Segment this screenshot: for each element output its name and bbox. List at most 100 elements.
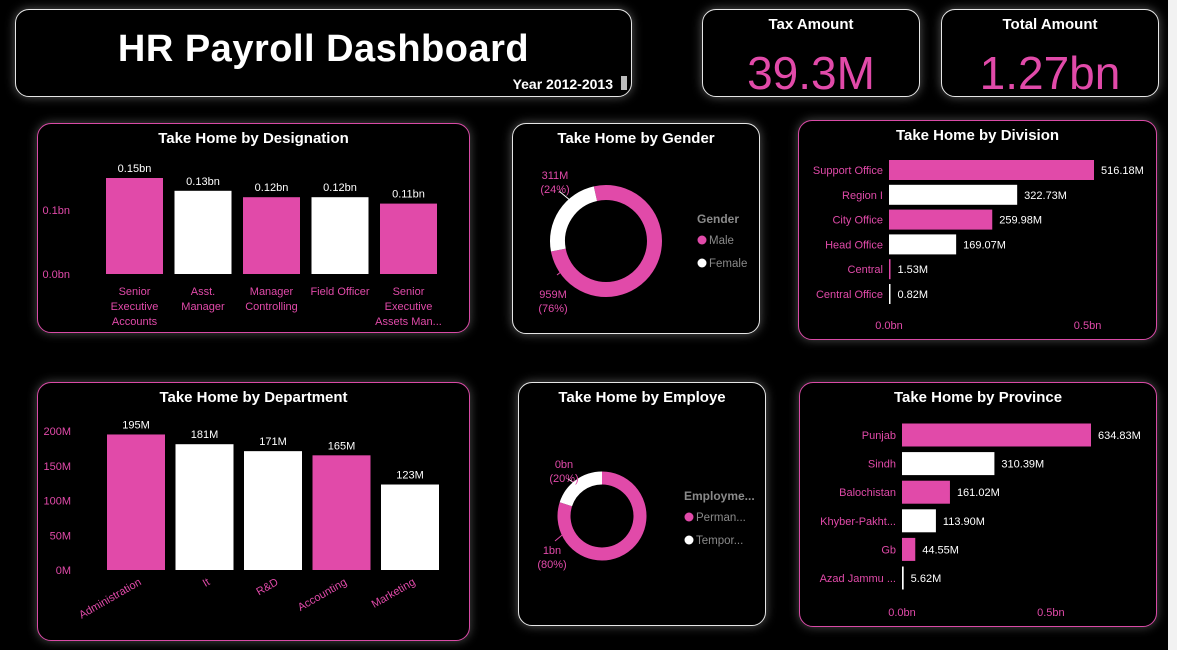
x-tick-label: R&D xyxy=(254,576,280,598)
bar xyxy=(902,537,916,561)
data-label: 113.90M xyxy=(943,516,985,528)
x-tick-label: Senior xyxy=(119,286,151,298)
data-label: 171M xyxy=(259,436,287,448)
designation-chart-card[interactable]: Take Home by Designation 0.0bn 0.1bn 0.15b… xyxy=(37,123,470,333)
x-tick-label: 0.5bn xyxy=(1074,320,1102,332)
bar xyxy=(106,178,163,274)
y-tick-label: Azad Jammu ... xyxy=(820,573,896,585)
gender-chart-card[interactable]: Take Home by Gender 959M (76%) 311M (24%) Ge… xyxy=(512,123,760,334)
legend-label: Tempor... xyxy=(696,535,743,547)
bar xyxy=(902,452,995,476)
x-tick-label: Assets Man... xyxy=(375,316,442,328)
slice-pct-label: (76%) xyxy=(538,303,567,315)
x-tick-label: It xyxy=(201,576,212,589)
data-label: 161.02M xyxy=(957,487,1000,499)
bar xyxy=(889,234,957,255)
bar xyxy=(174,190,232,274)
employee-chart-card[interactable]: Take Home by Employe 1bn (80%) 0bn (20%) Emp… xyxy=(518,382,766,626)
bar xyxy=(902,509,936,533)
x-tick-label: Manager xyxy=(181,301,225,313)
legend-title: Gender xyxy=(697,212,739,226)
x-tick-label: Asst. xyxy=(191,286,215,298)
y-tick-label: Balochistan xyxy=(839,487,896,499)
y-tick-label: 0.0bn xyxy=(42,269,70,281)
kpi-tax-value: 39.3M xyxy=(747,47,875,99)
y-tick-label: 200M xyxy=(43,426,71,438)
bar xyxy=(902,566,904,590)
data-label: 0.13bn xyxy=(186,176,220,188)
department-chart-card[interactable]: Take Home by Department 0M 50M 100M 150M 200… xyxy=(37,382,470,641)
data-label: 310.39M xyxy=(1001,459,1044,471)
bar xyxy=(902,480,950,504)
bar xyxy=(380,203,437,274)
slice-value-label: 0bn xyxy=(555,459,573,471)
x-tick-label: Executive xyxy=(385,301,433,313)
bar xyxy=(312,455,371,570)
data-label: 0.12bn xyxy=(255,182,289,194)
scrollbar[interactable] xyxy=(621,76,627,90)
bar xyxy=(889,209,993,230)
bar xyxy=(311,197,369,274)
division-chart-card[interactable]: Take Home by Division Support Office 516.… xyxy=(798,120,1157,340)
legend-marker xyxy=(684,512,694,522)
slice-pct-label: (24%) xyxy=(540,184,569,196)
slice-value-label: 1bn xyxy=(543,545,561,557)
donut-slice xyxy=(550,186,598,252)
province-chart-card[interactable]: Take Home by Province Punjab 634.83M Sindh… xyxy=(799,382,1157,627)
y-tick-label: 150M xyxy=(43,461,71,473)
kpi-total-label: Total Amount xyxy=(1002,16,1098,33)
bar xyxy=(244,451,302,570)
data-label: 0.12bn xyxy=(323,182,357,194)
y-tick-label: Gb xyxy=(881,544,896,556)
x-tick-label: 0.5bn xyxy=(1037,607,1065,619)
y-tick-label: Region I xyxy=(842,190,883,202)
data-label: 195M xyxy=(122,419,150,431)
data-label: 169.07M xyxy=(963,239,1006,251)
x-tick-label: 0.0bn xyxy=(888,607,916,619)
kpi-tax-card: Tax Amount 39.3M xyxy=(702,9,920,99)
bar xyxy=(889,184,1018,205)
bar xyxy=(107,434,165,570)
legend-label: Female xyxy=(709,258,747,270)
y-tick-label: Sindh xyxy=(868,459,896,471)
kpi-total-value: 1.27bn xyxy=(979,47,1121,99)
province-chart: Punjab 634.83M Sindh 310.39M Balochistan 161.… xyxy=(820,423,1141,619)
data-label: 123M xyxy=(396,470,424,482)
kpi-tax-label: Tax Amount xyxy=(768,16,854,33)
header-card: HR Payroll Dashboard Year 2012-2013 xyxy=(15,9,632,97)
year-filter[interactable]: Year 2012-2013 xyxy=(513,76,613,92)
x-tick-label: Field Officer xyxy=(310,286,369,298)
y-tick-label: Central Office xyxy=(816,289,883,301)
legend-marker xyxy=(697,235,707,245)
x-tick-label: Senior xyxy=(393,286,425,298)
legend-label: Perman... xyxy=(696,512,746,524)
legend-label: Male xyxy=(709,235,734,247)
data-label: 634.83M xyxy=(1098,430,1141,442)
x-tick-label: 0.0bn xyxy=(875,320,903,332)
x-tick-label: Marketing xyxy=(370,576,418,611)
data-label: 1.53M xyxy=(898,264,929,276)
data-label: 165M xyxy=(328,440,356,452)
bar xyxy=(902,423,1091,447)
x-tick-label: Accounting xyxy=(296,576,349,614)
data-label: 0.82M xyxy=(898,289,929,301)
data-label: 259.98M xyxy=(999,215,1042,227)
legend-marker xyxy=(684,535,694,545)
bar xyxy=(381,484,439,570)
slice-value-label: 311M xyxy=(542,170,569,182)
x-tick-label: Accounts xyxy=(112,316,158,328)
bar xyxy=(175,444,234,570)
y-tick-label: 50M xyxy=(50,530,71,542)
y-tick-label: Support Office xyxy=(813,165,883,177)
y-tick-label: Punjab xyxy=(862,430,896,442)
slice-pct-label: (80%) xyxy=(537,559,566,571)
data-label: 0.15bn xyxy=(118,163,152,175)
designation-chart: 0.0bn 0.1bn 0.15bn Senior Executive Accounts 0… xyxy=(42,163,442,328)
page-title: HR Payroll Dashboard xyxy=(117,28,530,70)
data-label: 516.18M xyxy=(1101,165,1144,177)
right-edge-strip xyxy=(1168,0,1177,650)
data-label: 44.55M xyxy=(922,544,959,556)
x-tick-label: Controlling xyxy=(245,301,298,313)
y-tick-label: 0.1bn xyxy=(42,205,70,217)
employee-chart: 1bn (80%) 0bn (20%) Employme... Perman... Temp… xyxy=(537,459,754,571)
